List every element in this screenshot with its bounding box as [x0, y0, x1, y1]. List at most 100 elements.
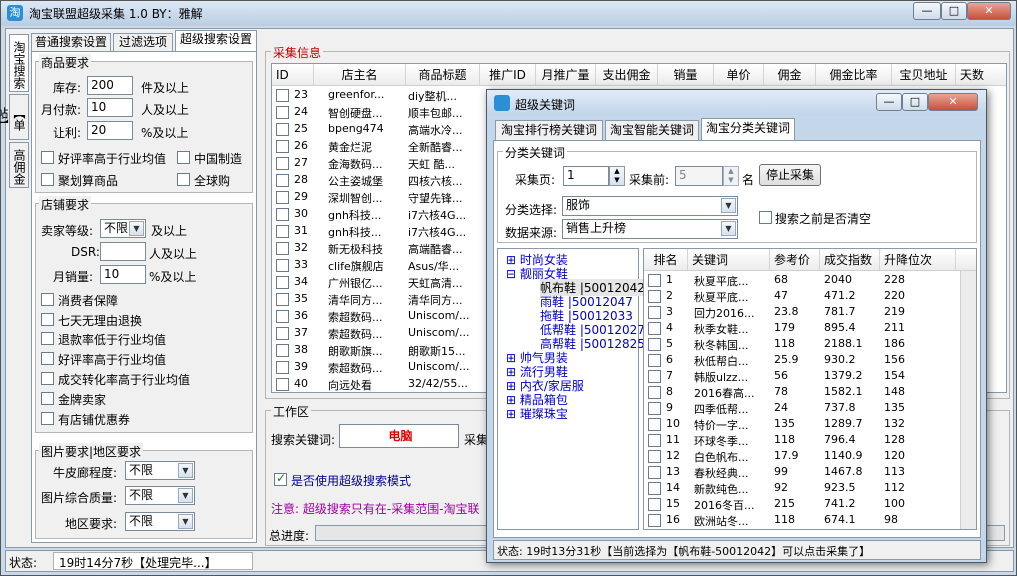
- quality-select[interactable]: 不限 ▼: [125, 486, 195, 505]
- row-checkbox[interactable]: [276, 89, 289, 102]
- stop-collect-button[interactable]: 停止采集: [759, 164, 821, 186]
- row-checkbox[interactable]: [276, 327, 289, 340]
- kcol-index[interactable]: 成交指数: [820, 249, 880, 271]
- col-price[interactable]: 单价: [714, 64, 764, 86]
- row-checkbox[interactable]: [276, 191, 289, 204]
- kcol-keyword[interactable]: 关键词: [688, 249, 770, 271]
- close-button[interactable]: ✕: [967, 2, 1011, 20]
- keyword-checkbox[interactable]: [648, 402, 661, 415]
- keyword-checkbox[interactable]: [648, 370, 661, 383]
- keyword-row[interactable]: 13 春秋经典... 99 1467.8 113: [644, 464, 960, 480]
- super-mode-checkbox[interactable]: [274, 471, 287, 486]
- keyword-row[interactable]: 5 秋冬韩国... 118 2188.1 186: [644, 336, 960, 352]
- keyword-row[interactable]: 14 新款纯色... 92 923.5 112: [644, 480, 960, 496]
- keyword-checkbox[interactable]: [648, 354, 661, 367]
- made-in-china-checkbox[interactable]: [177, 151, 190, 164]
- shop-check-0[interactable]: [41, 293, 54, 306]
- col-shop[interactable]: 店主名: [314, 64, 406, 86]
- shop-check-3[interactable]: [41, 352, 54, 365]
- keyword-table[interactable]: 排名 关键词 参考价 成交指数 升降位次 1 秋夏平底... 68 2040 228 2 秋…: [643, 248, 977, 530]
- shop-check-1[interactable]: [41, 313, 54, 326]
- popup-close-button[interactable]: ✕: [928, 93, 978, 111]
- dsr-input[interactable]: [100, 242, 146, 261]
- keyword-row[interactable]: 12 白色帆布... 17.9 1140.9 120: [644, 448, 960, 464]
- clear-before-search-checkbox[interactable]: [759, 211, 772, 224]
- category-tree[interactable]: ⊞ 时尚女装 ⊟ 靓丽女鞋 帆布鞋 |50012042 雨鞋 |50012047…: [497, 248, 645, 530]
- popup-minimize-button[interactable]: —: [876, 93, 902, 111]
- row-checkbox[interactable]: [276, 106, 289, 119]
- seller-level-select[interactable]: 不限 ▼: [100, 219, 146, 238]
- shop-check-4[interactable]: [41, 372, 54, 385]
- col-monthly-promo[interactable]: 月推广量: [536, 64, 596, 86]
- row-checkbox[interactable]: [276, 157, 289, 170]
- row-checkbox[interactable]: [276, 293, 289, 306]
- before-spinner[interactable]: ▲ ▼: [723, 166, 739, 186]
- tab-super-search[interactable]: 超级搜索设置: [175, 30, 257, 51]
- monthly-input[interactable]: 10: [87, 98, 133, 117]
- margin-input[interactable]: 20: [87, 121, 133, 140]
- keyword-checkbox[interactable]: [648, 274, 661, 287]
- col-commission-rate[interactable]: 佣金比率: [816, 64, 892, 86]
- keyword-row[interactable]: 3 回力2016... 23.8 781.7 219: [644, 304, 960, 320]
- col-item[interactable]: 商品标题: [406, 64, 480, 86]
- row-checkbox[interactable]: [276, 344, 289, 357]
- row-checkbox[interactable]: [276, 140, 289, 153]
- row-checkbox[interactable]: [276, 225, 289, 238]
- monthly-sales-input[interactable]: 10: [100, 265, 146, 284]
- keyword-checkbox[interactable]: [648, 434, 661, 447]
- leather-select[interactable]: 不限 ▼: [125, 461, 195, 480]
- tab-normal-search[interactable]: 普通搜索设置: [31, 33, 111, 51]
- tree-node-6[interactable]: ⊞ 璀璨珠宝: [506, 405, 568, 422]
- col-address[interactable]: 宝贝地址: [892, 64, 956, 86]
- source-select[interactable]: 销售上升榜 ▼: [562, 219, 738, 239]
- keyword-row[interactable]: 4 秋季女鞋... 179 895.4 211: [644, 320, 960, 336]
- side-tab-single[interactable]: 【单帖】: [0, 94, 29, 140]
- col-days[interactable]: 天数: [956, 64, 1006, 86]
- col-commission[interactable]: 佣金: [764, 64, 816, 86]
- before-input[interactable]: 5: [675, 166, 723, 186]
- region-select[interactable]: 不限 ▼: [125, 512, 195, 531]
- keyword-row[interactable]: 1 秋夏平底... 68 2040 228: [644, 272, 960, 288]
- keyword-scrollbar[interactable]: [960, 271, 976, 529]
- popup-tab-ranking[interactable]: 淘宝排行榜关键词: [495, 120, 603, 140]
- col-paid-commission[interactable]: 支出佣金: [596, 64, 658, 86]
- row-checkbox[interactable]: [276, 242, 289, 255]
- col-id[interactable]: ID: [272, 64, 314, 86]
- popup-tab-category[interactable]: 淘宝分类关键词: [701, 118, 795, 140]
- keyword-row[interactable]: 15 2016冬百... 215 741.2 100: [644, 496, 960, 512]
- shop-check-5[interactable]: [41, 392, 54, 405]
- keyword-checkbox[interactable]: [648, 466, 661, 479]
- row-checkbox[interactable]: [276, 174, 289, 187]
- page-input[interactable]: 1: [563, 166, 609, 186]
- keyword-checkbox[interactable]: [648, 322, 661, 335]
- kcol-rank[interactable]: 排名: [644, 249, 688, 271]
- col-promo-id[interactable]: 推广ID: [480, 64, 536, 86]
- row-checkbox[interactable]: [276, 208, 289, 221]
- kcol-price[interactable]: 参考价: [770, 249, 820, 271]
- keyword-checkbox[interactable]: [648, 498, 661, 511]
- side-tab-high-commission[interactable]: 高佣金: [9, 142, 29, 188]
- keyword-checkbox[interactable]: [648, 450, 661, 463]
- category-select[interactable]: 服饰 ▼: [562, 196, 738, 216]
- keyword-row[interactable]: 16 欧洲站冬... 118 674.1 98: [644, 512, 960, 528]
- shop-check-2[interactable]: [41, 332, 54, 345]
- keyword-checkbox[interactable]: [648, 482, 661, 495]
- row-checkbox[interactable]: [276, 361, 289, 374]
- keyword-checkbox[interactable]: [648, 290, 661, 303]
- kcol-change[interactable]: 升降位次: [880, 249, 956, 271]
- minimize-button[interactable]: —: [913, 2, 941, 20]
- keyword-row[interactable]: 8 2016春高... 78 1582.1 148: [644, 384, 960, 400]
- keyword-row[interactable]: 7 韩版ulzz... 56 1379.2 154: [644, 368, 960, 384]
- keyword-row[interactable]: 11 环球冬季... 118 796.4 128: [644, 432, 960, 448]
- juhuasuan-checkbox[interactable]: [41, 173, 54, 186]
- shop-check-6[interactable]: [41, 412, 54, 425]
- side-tab-taobao-search[interactable]: 淘宝搜索: [9, 34, 29, 92]
- good-rating-checkbox[interactable]: [41, 151, 54, 164]
- keyword-input[interactable]: 电脑: [339, 424, 459, 448]
- keyword-row[interactable]: 9 四季低帮... 24 737.8 135: [644, 400, 960, 416]
- row-checkbox[interactable]: [276, 123, 289, 136]
- row-checkbox[interactable]: [276, 276, 289, 289]
- stock-input[interactable]: 200: [87, 76, 133, 95]
- page-spinner[interactable]: ▲ ▼: [609, 166, 625, 186]
- keyword-checkbox[interactable]: [648, 418, 661, 431]
